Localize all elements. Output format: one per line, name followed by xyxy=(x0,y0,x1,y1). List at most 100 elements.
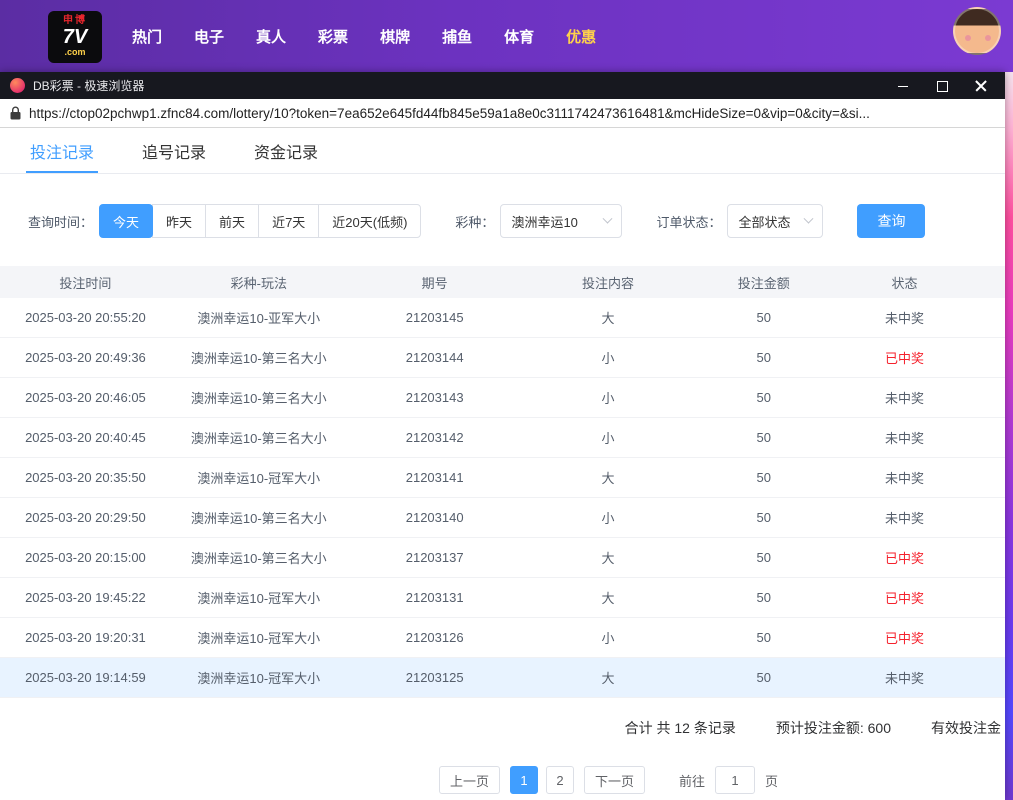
nav-item-4[interactable]: 彩票 xyxy=(318,26,348,47)
table-row[interactable]: 2025-03-20 19:45:22澳洲幸运10-冠军大小21203131大5… xyxy=(0,578,1005,618)
cell-game-play: 澳洲幸运10-冠军大小 xyxy=(171,588,347,607)
user-avatar[interactable] xyxy=(953,7,1001,55)
cell-bet-time: 2025-03-20 20:15:00 xyxy=(0,550,171,565)
cell-bet-time: 2025-03-20 20:40:45 xyxy=(0,430,171,445)
cell-issue-number: 21203141 xyxy=(347,470,523,485)
table-row[interactable]: 2025-03-20 20:46:05澳洲幸运10-第三名大小21203143小… xyxy=(0,378,1005,418)
page-numbers: 12 xyxy=(510,766,574,794)
cell-issue-number: 21203131 xyxy=(347,590,523,605)
time-option-1[interactable]: 今天 xyxy=(99,204,153,238)
cell-bet-content: 小 xyxy=(523,388,694,407)
bet-records-table: 投注时间彩种-玩法期号投注内容投注金额状态 2025-03-20 20:55:2… xyxy=(0,266,1005,698)
time-option-5[interactable]: 近20天(低频) xyxy=(318,204,421,238)
window-controls xyxy=(897,80,995,92)
time-option-3[interactable]: 前天 xyxy=(205,204,259,238)
nav-item-6[interactable]: 捕鱼 xyxy=(442,26,472,47)
background-page-strip xyxy=(1005,72,1013,800)
browser-window: DB彩票 - 极速浏览器 https://ctop02pchwp1.zfnc84… xyxy=(0,72,1005,800)
table-row[interactable]: 2025-03-20 20:49:36澳洲幸运10-第三名大小21203144小… xyxy=(0,338,1005,378)
time-option-4[interactable]: 近7天 xyxy=(258,204,319,238)
cell-issue-number: 21203126 xyxy=(347,630,523,645)
cell-bet-content: 小 xyxy=(523,428,694,447)
site-logo[interactable]: 申博 7V .com xyxy=(48,11,102,63)
app-icon xyxy=(10,78,25,93)
table-row[interactable]: 2025-03-20 19:14:59澳洲幸运10-冠军大小21203125大5… xyxy=(0,658,1005,698)
time-filter-group: 今天昨天前天近7天近20天(低频) xyxy=(99,204,421,238)
table-header-cell-2: 彩种-玩法 xyxy=(171,273,347,292)
nav-item-5[interactable]: 棋牌 xyxy=(380,26,410,47)
cell-bet-content: 小 xyxy=(523,348,694,367)
cell-bet-time: 2025-03-20 20:46:05 xyxy=(0,390,171,405)
cell-bet-time: 2025-03-20 20:29:50 xyxy=(0,510,171,525)
cell-game-play: 澳洲幸运10-第三名大小 xyxy=(171,388,347,407)
time-option-2[interactable]: 昨天 xyxy=(152,204,206,238)
cell-game-play: 澳洲幸运10-冠军大小 xyxy=(171,628,347,647)
chevron-down-icon xyxy=(603,213,613,223)
cell-status: 未中奖 xyxy=(834,508,975,527)
prev-page-button[interactable]: 上一页 xyxy=(439,766,500,794)
chevron-down-icon xyxy=(804,213,814,223)
close-button[interactable] xyxy=(975,80,987,92)
cell-issue-number: 21203125 xyxy=(347,670,523,685)
logo-text-bottom: .com xyxy=(64,48,85,57)
cell-game-play: 澳洲幸运10-第三名大小 xyxy=(171,348,347,367)
table-row[interactable]: 2025-03-20 19:20:31澳洲幸运10-冠军大小21203126小5… xyxy=(0,618,1005,658)
order-status-select-value: 全部状态 xyxy=(738,212,790,231)
cell-bet-amount: 50 xyxy=(693,630,834,645)
nav-item-7[interactable]: 体育 xyxy=(504,26,534,47)
cell-game-play: 澳洲幸运10-冠军大小 xyxy=(171,668,347,687)
nav-item-3[interactable]: 真人 xyxy=(256,26,286,47)
minimize-button[interactable] xyxy=(897,80,909,92)
time-filter-label: 查询时间： xyxy=(28,212,93,231)
cell-bet-amount: 50 xyxy=(693,510,834,525)
window-title: DB彩票 - 极速浏览器 xyxy=(33,77,144,94)
cell-bet-time: 2025-03-20 20:35:50 xyxy=(0,470,171,485)
cell-bet-content: 大 xyxy=(523,308,694,327)
url-text: https://ctop02pchwp1.zfnc84.com/lottery/… xyxy=(29,106,870,121)
summary-bar: 合计 共 12 条记录 预计投注金额: 600 有效投注金 xyxy=(0,718,1005,738)
cell-bet-content: 大 xyxy=(523,588,694,607)
table-row[interactable]: 2025-03-20 20:15:00澳洲幸运10-第三名大小21203137大… xyxy=(0,538,1005,578)
nav-item-2[interactable]: 电子 xyxy=(194,26,224,47)
table-header-cell-1: 投注时间 xyxy=(0,273,171,292)
table-row[interactable]: 2025-03-20 20:55:20澳洲幸运10-亚军大小21203145大5… xyxy=(0,298,1005,338)
window-titlebar: DB彩票 - 极速浏览器 xyxy=(0,72,1005,99)
nav-item-8[interactable]: 优惠 xyxy=(566,26,596,47)
cell-bet-amount: 50 xyxy=(693,390,834,405)
cell-bet-time: 2025-03-20 19:20:31 xyxy=(0,630,171,645)
search-button[interactable]: 查询 xyxy=(857,204,925,238)
table-header: 投注时间彩种-玩法期号投注内容投注金额状态 xyxy=(0,266,1005,298)
lottery-select[interactable]: 澳洲幸运10 xyxy=(500,204,622,238)
table-row[interactable]: 2025-03-20 20:35:50澳洲幸运10-冠军大小21203141大5… xyxy=(0,458,1005,498)
nav-item-1[interactable]: 热门 xyxy=(132,26,162,47)
record-tabs: 投注记录追号记录资金记录 xyxy=(0,128,1005,174)
cell-issue-number: 21203142 xyxy=(347,430,523,445)
tab-2[interactable]: 追号记录 xyxy=(138,128,210,173)
cell-bet-amount: 50 xyxy=(693,430,834,445)
goto-page-input[interactable] xyxy=(715,766,755,794)
order-status-select[interactable]: 全部状态 xyxy=(727,204,823,238)
cell-bet-content: 大 xyxy=(523,468,694,487)
cell-game-play: 澳洲幸运10-第三名大小 xyxy=(171,428,347,447)
cell-game-play: 澳洲幸运10-亚军大小 xyxy=(171,308,347,327)
address-bar[interactable]: https://ctop02pchwp1.zfnc84.com/lottery/… xyxy=(0,99,1005,128)
cell-issue-number: 21203145 xyxy=(347,310,523,325)
filter-bar: 查询时间： 今天昨天前天近7天近20天(低频) 彩种： 澳洲幸运10 订单状态：… xyxy=(28,204,1005,238)
cell-bet-time: 2025-03-20 20:49:36 xyxy=(0,350,171,365)
cell-bet-time: 2025-03-20 20:55:20 xyxy=(0,310,171,325)
table-row[interactable]: 2025-03-20 20:40:45澳洲幸运10-第三名大小21203142小… xyxy=(0,418,1005,458)
maximize-button[interactable] xyxy=(936,80,948,92)
cell-bet-amount: 50 xyxy=(693,590,834,605)
page-number-2[interactable]: 2 xyxy=(546,766,574,794)
page-number-1[interactable]: 1 xyxy=(510,766,538,794)
table-row[interactable]: 2025-03-20 20:29:50澳洲幸运10-第三名大小21203140小… xyxy=(0,498,1005,538)
tab-3[interactable]: 资金记录 xyxy=(250,128,322,173)
next-page-button[interactable]: 下一页 xyxy=(584,766,645,794)
table-header-cell-4: 投注内容 xyxy=(523,273,694,292)
cell-game-play: 澳洲幸运10-第三名大小 xyxy=(171,508,347,527)
pagination: 上一页 12 下一页 前往 页 xyxy=(106,766,1005,794)
goto-label: 前往 xyxy=(679,771,705,790)
tab-1[interactable]: 投注记录 xyxy=(26,128,98,173)
table-header-cell-5: 投注金额 xyxy=(693,273,834,292)
cell-status: 未中奖 xyxy=(834,388,975,407)
